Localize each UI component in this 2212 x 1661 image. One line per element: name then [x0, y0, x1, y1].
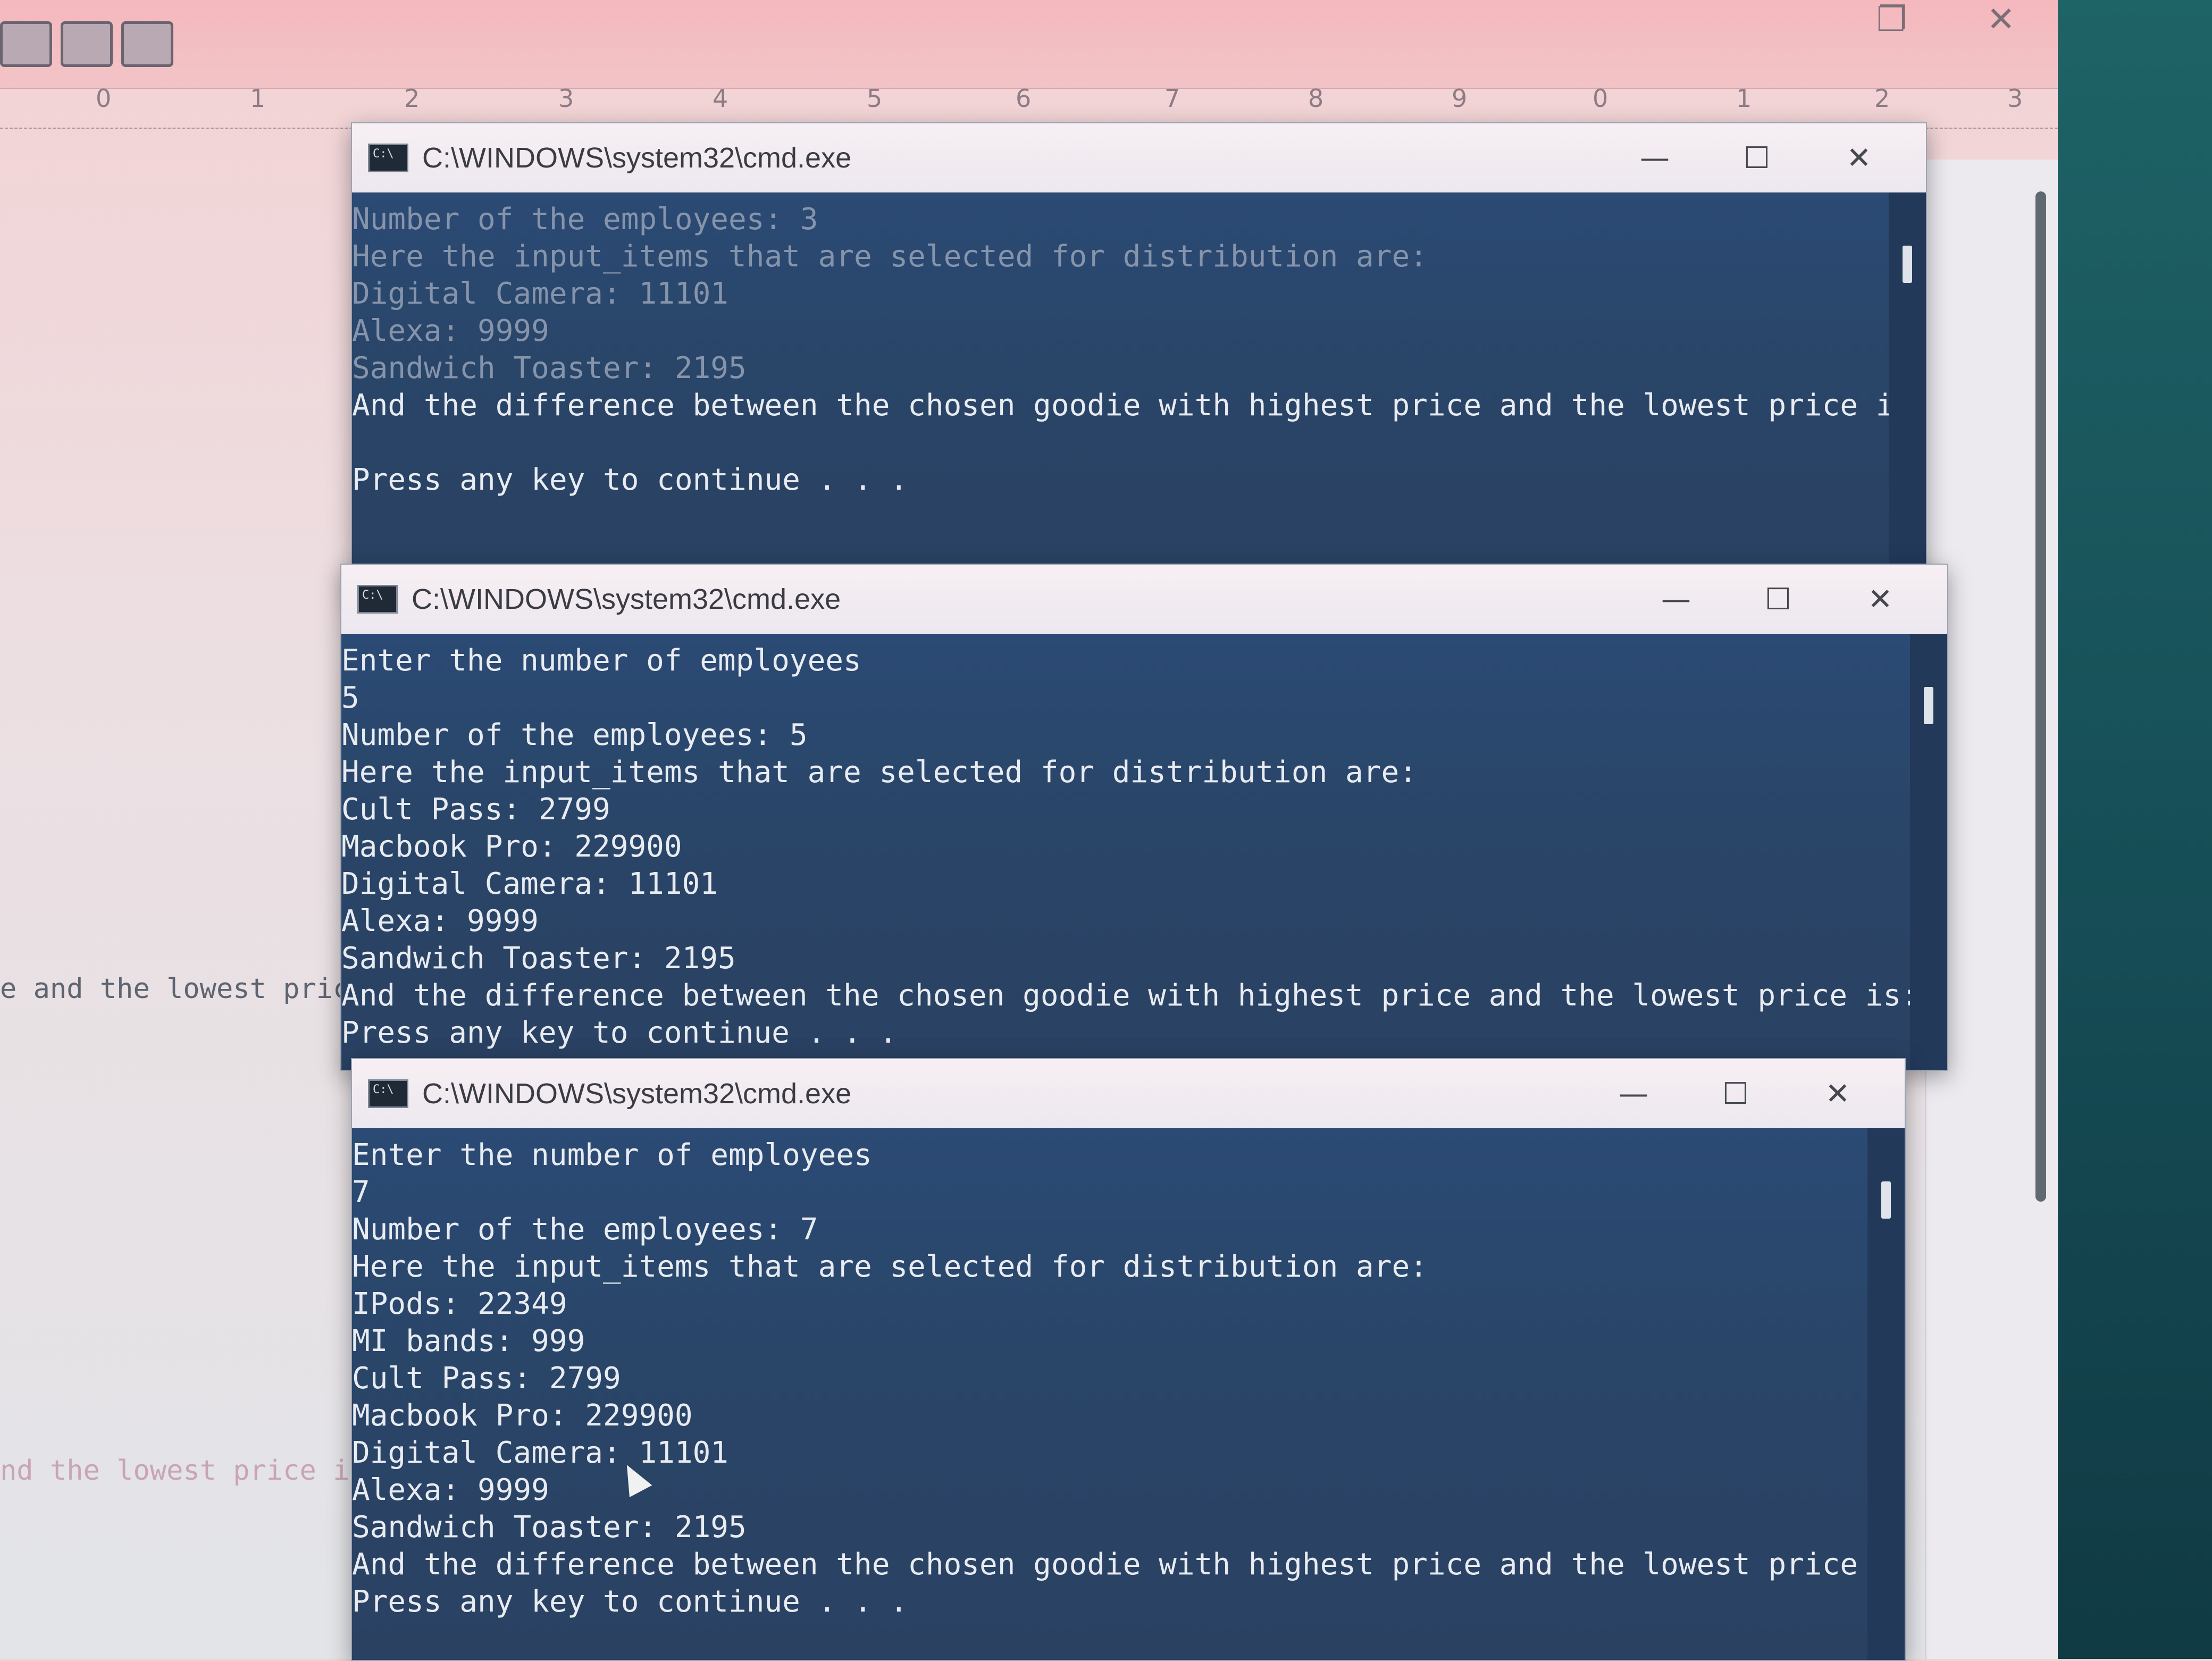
ruler-tick: 3 — [558, 84, 574, 113]
cmd-window[interactable]: C:\WINDOWS\system32\cmd.exe — ☐ ✕ Enter … — [340, 564, 1948, 1071]
ruler-tick: 5 — [867, 84, 883, 113]
minimize-button[interactable]: — — [1604, 141, 1706, 175]
console-line: And the difference between the chosen go… — [341, 978, 1910, 1013]
console-line: Digital Camera: 11101 — [352, 1436, 729, 1470]
console-line: Sandwich Toaster: 2195 — [352, 351, 747, 385]
console-line: Alexa: 9999 — [341, 904, 539, 938]
console-line: Digital Camera: 11101 — [352, 276, 729, 311]
scrollbar-thumb[interactable] — [1924, 687, 1933, 724]
editor-window-controls: ❐ ✕ — [1876, 0, 2015, 39]
console-line: Number of the employees: 7 — [352, 1212, 818, 1247]
ruler-tick: 2 — [1874, 84, 1890, 113]
cmd-app-icon — [368, 1079, 408, 1108]
ruler-tick: 0 — [96, 84, 112, 113]
toolbar-icon[interactable] — [61, 21, 113, 67]
minimize-button[interactable]: — — [1625, 582, 1727, 617]
console-line: 7 — [352, 1175, 370, 1210]
console-line: Here the input_items that are selected f… — [341, 755, 1417, 790]
ruler-tick: 1 — [250, 84, 266, 113]
console-line: Digital Camera: 11101 — [341, 867, 718, 901]
cmd-window[interactable]: C:\WINDOWS\system32\cmd.exe — ☐ ✕ Enter … — [351, 1058, 1906, 1661]
console-line: 5 — [341, 681, 359, 715]
console-output[interactable]: Number of the employees: 3 Here the inpu… — [352, 192, 1889, 602]
ruler-tick: 1 — [1736, 84, 1752, 113]
console-line: And the difference between the chosen go… — [352, 388, 1889, 423]
ruler-tick: 4 — [713, 84, 728, 113]
console-line: Press any key to continue . . . — [341, 1016, 898, 1050]
background-document-text: e and the lowest price — [0, 973, 366, 1005]
desktop-background — [2058, 0, 2212, 1659]
console-line: IPods: 22349 — [352, 1287, 567, 1321]
restore-icon[interactable]: ❐ — [1876, 0, 1907, 39]
window-title: C:\WINDOWS\system32\cmd.exe — [422, 1078, 852, 1110]
vertical-scrollbar[interactable] — [2035, 191, 2046, 1202]
console-line: Number of the employees: 5 — [341, 718, 808, 752]
console-line: Press any key to continue . . . — [352, 463, 908, 497]
window-titlebar[interactable]: C:\WINDOWS\system32\cmd.exe — ☐ ✕ — [352, 1059, 1905, 1128]
console-line: Alexa: 9999 — [352, 314, 549, 348]
console-output[interactable]: Enter the number of employees 7 Number o… — [352, 1128, 1867, 1660]
window-controls: — ☐ ✕ — [1604, 123, 1910, 192]
window-controls: — ☐ ✕ — [1582, 1059, 1889, 1128]
console-line: Cult Pass: 2799 — [352, 1361, 621, 1396]
close-button[interactable]: ✕ — [1829, 582, 1931, 617]
console-scrollbar[interactable] — [1867, 1128, 1905, 1660]
toolbar-icon[interactable] — [0, 21, 52, 67]
ruler-tick: 7 — [1164, 84, 1180, 113]
cmd-app-icon — [368, 144, 408, 172]
console-line: Press any key to continue . . . — [352, 1584, 908, 1619]
ruler-tick: 6 — [1016, 84, 1032, 113]
console-line: Number of the employees: 3 — [352, 202, 818, 237]
background-document-text: nd the lowest price is: — [0, 1455, 383, 1487]
cmd-app-icon — [357, 585, 398, 614]
console-scrollbar[interactable] — [1889, 192, 1926, 602]
close-icon[interactable]: ✕ — [1987, 0, 2015, 39]
console-scrollbar[interactable] — [1910, 634, 1947, 1070]
editor-toolbar: ❐ ✕ — [0, 0, 2058, 89]
window-controls: — ☐ ✕ — [1625, 565, 1931, 634]
ruler-tick: 0 — [1593, 84, 1608, 113]
window-titlebar[interactable]: C:\WINDOWS\system32\cmd.exe — ☐ ✕ — [352, 123, 1926, 192]
console-line: Enter the number of employees — [341, 643, 861, 678]
scrollbar-thumb[interactable] — [1881, 1181, 1891, 1219]
console-line: Here the input_items that are selected f… — [352, 239, 1428, 274]
console-line: Alexa: 9999 — [352, 1473, 549, 1507]
console-output[interactable]: Enter the number of employees 5 Number o… — [341, 634, 1910, 1070]
close-button[interactable]: ✕ — [1787, 1077, 1889, 1111]
cmd-window[interactable]: C:\WINDOWS\system32\cmd.exe — ☐ ✕ Number… — [351, 122, 1927, 603]
console-line: Here the input_items that are selected f… — [352, 1249, 1428, 1284]
console-line: Sandwich Toaster: 2195 — [352, 1510, 747, 1545]
ruler-tick: 3 — [2007, 84, 2023, 113]
console-line: Macbook Pro: 229900 — [341, 829, 682, 864]
window-title: C:\WINDOWS\system32\cmd.exe — [412, 583, 841, 615]
console-line: Enter the number of employees — [352, 1138, 872, 1172]
scrollbar-thumb[interactable] — [1903, 246, 1912, 283]
window-title: C:\WINDOWS\system32\cmd.exe — [422, 142, 852, 174]
console-line: MI bands: 999 — [352, 1324, 585, 1358]
editor-tool-group — [0, 21, 173, 67]
minimize-button[interactable]: — — [1582, 1077, 1685, 1111]
console-line: Cult Pass: 2799 — [341, 792, 610, 827]
maximize-button[interactable]: ☐ — [1727, 582, 1829, 617]
console-line: Macbook Pro: 229900 — [352, 1398, 693, 1433]
ruler-tick: 2 — [404, 84, 420, 113]
maximize-button[interactable]: ☐ — [1685, 1077, 1787, 1111]
toolbar-icon[interactable] — [121, 21, 173, 67]
window-titlebar[interactable]: C:\WINDOWS\system32\cmd.exe — ☐ ✕ — [341, 565, 1947, 634]
ruler-tick: 8 — [1308, 84, 1324, 113]
close-button[interactable]: ✕ — [1808, 141, 1910, 175]
maximize-button[interactable]: ☐ — [1706, 141, 1808, 175]
ruler-tick: 9 — [1452, 84, 1468, 113]
console-line: Sandwich Toaster: 2195 — [341, 941, 736, 976]
console-line: And the difference between the chosen go… — [352, 1547, 1867, 1582]
